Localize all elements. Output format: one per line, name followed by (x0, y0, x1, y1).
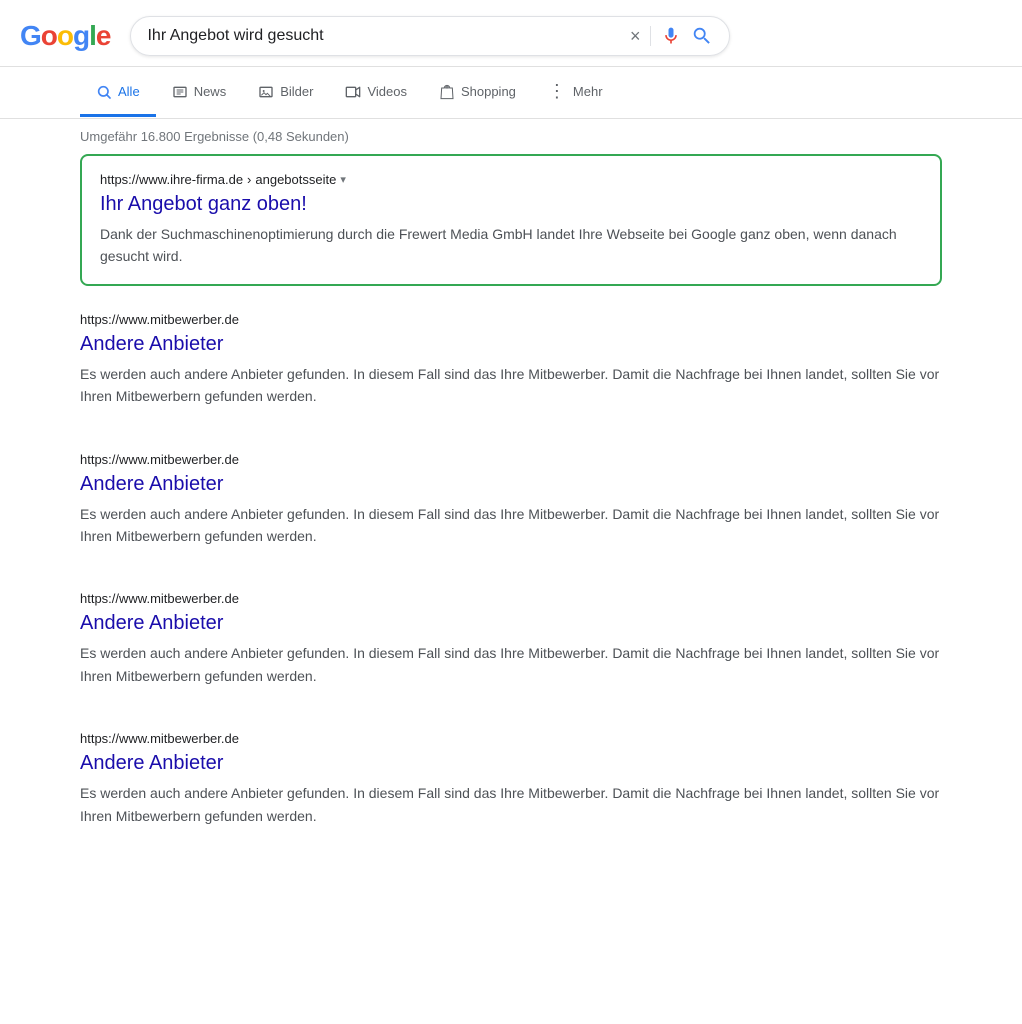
featured-result-title[interactable]: Ihr Angebot ganz oben! (100, 191, 922, 217)
search-results: https://www.ihre-firma.de › angebotsseit… (0, 154, 1022, 845)
competitor-result-1: https://www.mitbewerber.de Andere Anbiet… (80, 434, 942, 566)
search-bar-icons: × (630, 25, 714, 47)
tabs-bar: Alle News Bilder Videos Shopping ⋮ M (0, 67, 1022, 119)
tab-shopping-label: Shopping (461, 84, 516, 99)
competitor-snippet-2: Es werden auch andere Anbieter gefunden.… (80, 642, 942, 687)
shopping-tab-icon (439, 84, 455, 100)
results-count-text: Umgefähr 16.800 Ergebnisse (0,48 Sekunde… (80, 129, 349, 144)
divider (650, 26, 651, 46)
competitor-url-2: https://www.mitbewerber.de (80, 591, 942, 606)
news-tab-icon (172, 84, 188, 100)
competitor-result-0: https://www.mitbewerber.de Andere Anbiet… (80, 294, 942, 426)
competitor-title-3[interactable]: Andere Anbieter (80, 750, 942, 776)
competitor-url-1: https://www.mitbewerber.de (80, 452, 942, 467)
logo-letter-e: e (96, 20, 111, 52)
search-input[interactable] (147, 27, 619, 45)
tab-alle-label: Alle (118, 84, 140, 99)
clear-search-icon[interactable]: × (630, 26, 641, 47)
featured-result-url: https://www.ihre-firma.de › angebotsseit… (100, 172, 922, 187)
tab-shopping[interactable]: Shopping (423, 70, 532, 117)
bilder-tab-icon (258, 84, 274, 100)
competitor-url-3: https://www.mitbewerber.de (80, 731, 942, 746)
search-tab-icon (96, 84, 112, 100)
tab-alle[interactable]: Alle (80, 70, 156, 117)
tab-mehr[interactable]: ⋮ Mehr (532, 67, 619, 119)
tab-news-label: News (194, 84, 227, 99)
competitor-url-text-2: https://www.mitbewerber.de (80, 591, 239, 606)
tab-videos[interactable]: Videos (329, 70, 423, 117)
competitor-snippet-0: Es werden auch andere Anbieter gefunden.… (80, 363, 942, 408)
logo-letter-o1: o (41, 20, 57, 52)
featured-url-path: angebotsseite (255, 172, 336, 187)
tab-videos-label: Videos (367, 84, 407, 99)
logo-letter-g2: g (73, 20, 89, 52)
competitor-title-1[interactable]: Andere Anbieter (80, 471, 942, 497)
results-info: Umgefähr 16.800 Ergebnisse (0,48 Sekunde… (0, 119, 1022, 154)
videos-tab-icon (345, 84, 361, 100)
search-bar: × (130, 16, 730, 56)
featured-url-dropdown-icon[interactable]: ▾ (340, 173, 346, 186)
logo-letter-g: G (20, 20, 41, 52)
tab-bilder[interactable]: Bilder (242, 70, 329, 117)
featured-result: https://www.ihre-firma.de › angebotsseit… (80, 154, 942, 286)
competitor-result-3: https://www.mitbewerber.de Andere Anbiet… (80, 713, 942, 845)
competitor-title-2[interactable]: Andere Anbieter (80, 610, 942, 636)
featured-result-snippet: Dank der Suchmaschinenoptimierung durch … (100, 223, 922, 268)
google-logo[interactable]: Google (20, 20, 110, 52)
featured-url-separator: › (247, 172, 251, 187)
logo-letter-o2: o (57, 20, 73, 52)
competitor-url-text-1: https://www.mitbewerber.de (80, 452, 239, 467)
competitor-url-text-3: https://www.mitbewerber.de (80, 731, 239, 746)
tab-news[interactable]: News (156, 70, 243, 117)
competitor-url-0: https://www.mitbewerber.de (80, 312, 942, 327)
header: Google × (0, 0, 1022, 67)
tab-bilder-label: Bilder (280, 84, 313, 99)
competitor-snippet-3: Es werden auch andere Anbieter gefunden.… (80, 782, 942, 827)
mic-icon[interactable] (661, 26, 681, 46)
competitor-results: https://www.mitbewerber.de Andere Anbiet… (80, 294, 942, 845)
tab-mehr-label: Mehr (573, 84, 603, 99)
competitor-snippet-1: Es werden auch andere Anbieter gefunden.… (80, 503, 942, 548)
competitor-title-0[interactable]: Andere Anbieter (80, 331, 942, 357)
featured-url-text: https://www.ihre-firma.de (100, 172, 243, 187)
logo-letter-l: l (89, 20, 96, 52)
competitor-result-2: https://www.mitbewerber.de Andere Anbiet… (80, 573, 942, 705)
competitor-url-text-0: https://www.mitbewerber.de (80, 312, 239, 327)
mehr-dots-icon: ⋮ (548, 81, 567, 102)
search-submit-icon[interactable] (691, 25, 713, 47)
